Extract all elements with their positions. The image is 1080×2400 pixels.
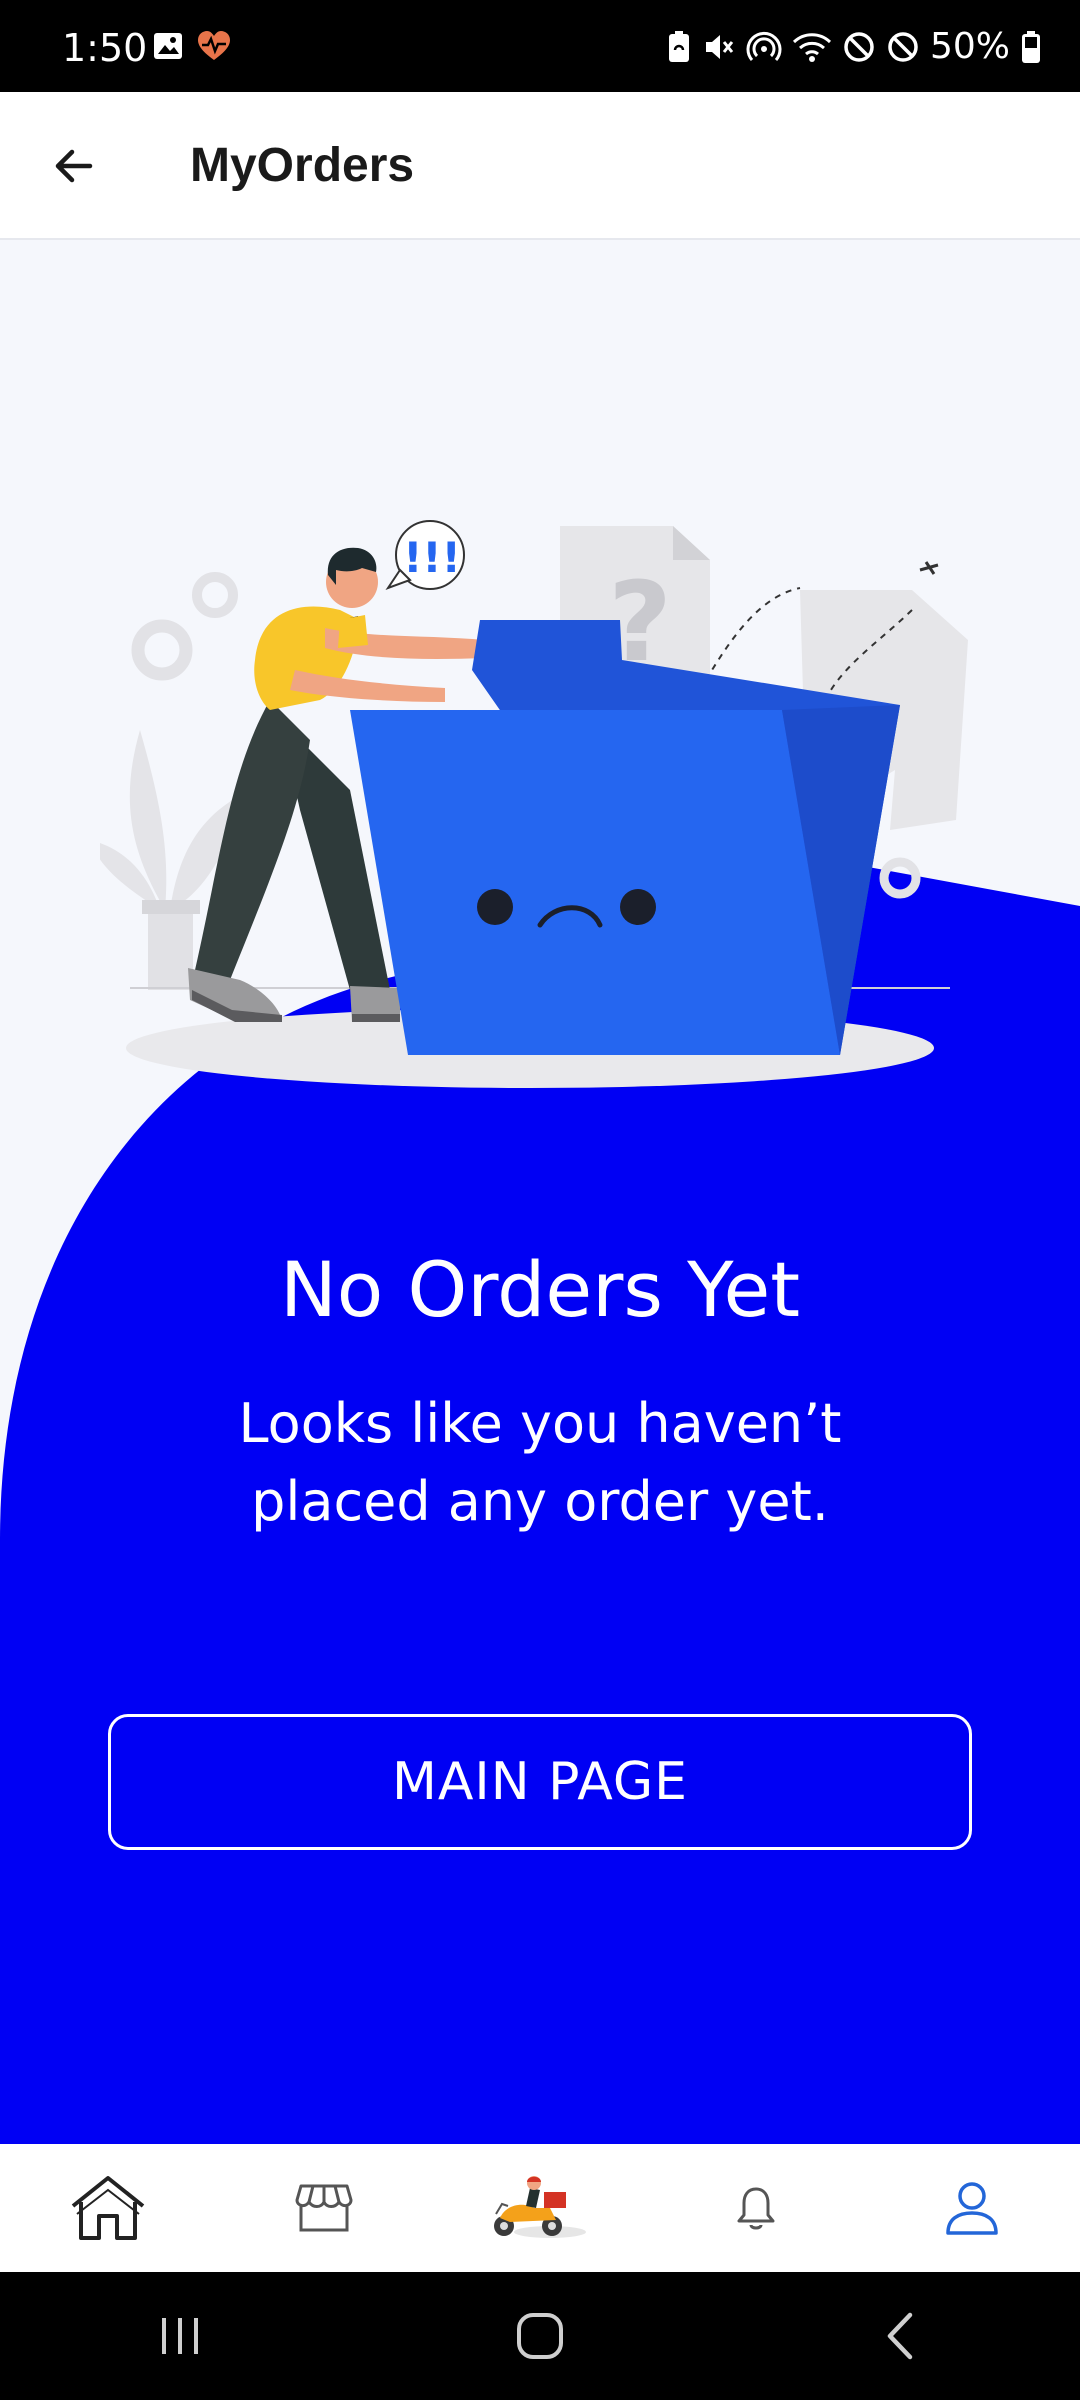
empty-state-description: Looks like you haven’t placed any order … <box>238 1392 842 1533</box>
page-title: MyOrders <box>190 139 415 192</box>
home-icon <box>71 2176 145 2240</box>
user-icon <box>946 2182 998 2235</box>
bell-icon <box>737 2187 775 2230</box>
recents-icon <box>162 2318 198 2354</box>
back-icon <box>887 2312 913 2360</box>
gear-icon <box>192 572 238 618</box>
home-button-icon <box>517 2313 563 2359</box>
arrow-left-icon <box>55 149 93 183</box>
nav-notifications[interactable] <box>666 2144 846 2272</box>
main-page-button[interactable]: MAIN PAGE <box>108 1714 972 1850</box>
system-back-button[interactable] <box>840 2286 960 2386</box>
store-icon <box>295 2184 353 2232</box>
battery-percent: 50% <box>929 26 1010 67</box>
hotspot-icon <box>746 31 782 61</box>
nav-store[interactable] <box>234 2144 414 2272</box>
home-button[interactable] <box>480 2286 600 2386</box>
blocked-icon <box>844 31 874 62</box>
nav-profile[interactable] <box>882 2144 1062 2272</box>
status-time: 1:50 <box>62 26 148 70</box>
bottom-nav <box>0 2144 1080 2272</box>
empty-folder-illustration: ? !!! <box>100 520 968 1088</box>
nav-home[interactable] <box>18 2144 198 2272</box>
image-icon <box>154 33 182 59</box>
blocked-icon <box>888 31 918 62</box>
system-nav-bar <box>0 2272 1080 2400</box>
gear-icon <box>879 857 921 899</box>
recents-button[interactable] <box>120 2286 240 2386</box>
delivery-scooter-icon <box>494 2176 586 2238</box>
back-button[interactable] <box>40 132 108 200</box>
mute-icon <box>705 34 734 59</box>
nav-delivery[interactable] <box>450 2144 630 2272</box>
speech-bubble: !!! <box>385 520 465 590</box>
battery-icon <box>1022 30 1040 63</box>
app-header: MyOrders <box>0 92 1080 240</box>
empty-state-title: No Orders Yet <box>279 1245 801 1334</box>
exclamation-text: !!! <box>403 533 460 582</box>
status-bar: 1:50 50% <box>0 0 1080 92</box>
gear-icon <box>131 619 193 681</box>
wifi-icon <box>792 32 832 62</box>
battery-saver-icon <box>668 30 689 62</box>
heart-pulse-icon <box>198 31 230 60</box>
